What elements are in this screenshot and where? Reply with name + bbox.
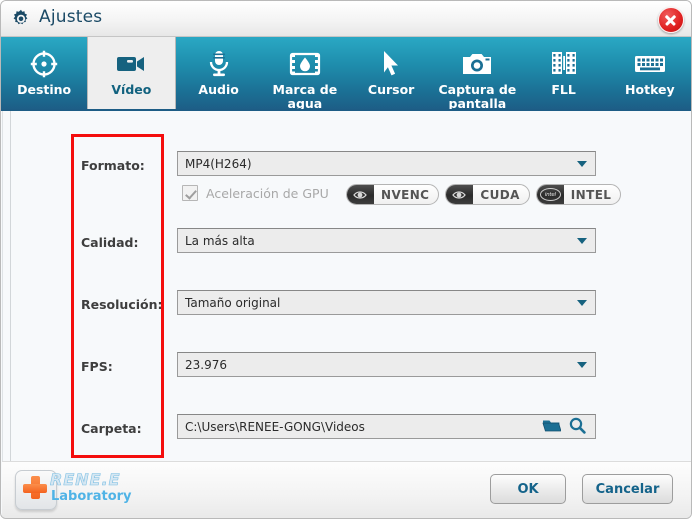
format-dropdown[interactable]: MP4(H264)	[177, 151, 596, 176]
logo-brand-sub: Laboratory	[51, 489, 132, 504]
folder-icon[interactable]	[542, 417, 562, 436]
tab-label: Marca de agua	[272, 82, 338, 111]
tab-label: Vídeo	[111, 82, 152, 97]
camera-icon	[461, 47, 493, 81]
quality-value: La más alta	[185, 233, 255, 248]
resolution-dropdown[interactable]: Tamaño original	[177, 290, 596, 315]
gpu-badge-label: CUDA	[480, 187, 520, 202]
fps-value: 23.976	[185, 357, 227, 372]
nvidia-eye-icon	[347, 185, 374, 204]
gpu-acceleration-checkbox[interactable]: Aceleración de GPU	[182, 185, 329, 201]
tab-marca-de-agua[interactable]: Marca de agua	[262, 37, 348, 111]
label-formato: Formato:	[81, 158, 145, 173]
gpu-badge-nvenc[interactable]: NVENC	[346, 184, 440, 205]
video-camera-icon	[115, 47, 147, 81]
gpu-badge-group: NVENC CUDA intel INTEL	[346, 184, 622, 205]
tab-bar: Destino Vídeo Audio Marca de agua Cursor…	[1, 37, 691, 111]
tab-label: Destino	[17, 82, 72, 97]
label-resolucion: Resolución:	[81, 297, 163, 312]
close-icon[interactable]	[658, 7, 684, 33]
cursor-arrow-icon	[378, 47, 404, 81]
gpu-badge-cuda[interactable]: CUDA	[445, 184, 530, 205]
folder-path-value: C:\Users\RENEE-GONG\Videos	[185, 419, 365, 434]
gear-icon	[11, 9, 31, 29]
keyboard-icon	[633, 47, 667, 81]
microphone-icon	[204, 47, 234, 81]
logo-cross-icon-h	[23, 483, 47, 493]
page-title: Ajustes	[39, 7, 103, 27]
folder-action-group	[542, 417, 595, 437]
logo-brand-name: RENE.E	[50, 470, 121, 490]
intel-oval-icon: intel	[536, 185, 564, 204]
chevron-down-icon	[569, 353, 595, 376]
tab-video[interactable]: Vídeo	[87, 37, 176, 111]
label-fps: FPS:	[81, 359, 113, 374]
tab-label: Cursor	[367, 82, 415, 97]
chevron-down-icon	[569, 152, 595, 175]
gpu-badge-intel[interactable]: intel INTEL	[535, 184, 622, 205]
fps-dropdown[interactable]: 23.976	[177, 352, 596, 377]
magnifier-icon[interactable]	[569, 417, 586, 437]
label-calidad: Calidad:	[81, 235, 139, 250]
tab-captura-de-pantalla[interactable]: Captura de pantalla	[434, 37, 520, 111]
tab-hotkey[interactable]: Hotkey	[607, 37, 691, 111]
chevron-down-icon	[569, 291, 595, 314]
panel-divider	[10, 111, 11, 461]
format-value: MP4(H264)	[185, 156, 252, 171]
film-strip-icon	[549, 47, 579, 81]
settings-window: Ajustes Destino Vídeo Audio Marca de agu…	[0, 0, 692, 519]
nvidia-eye-icon	[446, 185, 474, 204]
tab-audio[interactable]: Audio	[176, 37, 262, 111]
cancel-button[interactable]: Cancelar	[582, 474, 673, 504]
folder-path-field[interactable]: C:\Users\RENEE-GONG\Videos	[177, 414, 596, 439]
tab-label: Captura de pantalla	[438, 82, 517, 111]
tab-label: Audio	[198, 82, 239, 97]
gpu-acceleration-label: Aceleración de GPU	[206, 185, 329, 201]
label-carpeta: Carpeta:	[81, 421, 142, 436]
quality-dropdown[interactable]: La más alta	[177, 228, 596, 253]
tab-destino[interactable]: Destino	[1, 37, 87, 111]
resolution-value: Tamaño original	[185, 295, 281, 310]
tab-label: FLL	[551, 82, 576, 97]
gpu-badge-label: NVENC	[381, 187, 430, 202]
tab-label: Hotkey	[625, 82, 675, 97]
tab-cursor[interactable]: Cursor	[348, 37, 434, 111]
watermark-icon	[289, 47, 321, 81]
target-icon	[29, 47, 59, 81]
ok-button[interactable]: OK	[490, 474, 566, 504]
gpu-badge-label: INTEL	[570, 187, 612, 202]
chevron-down-icon	[569, 229, 595, 252]
title-bar: Ajustes	[1, 1, 691, 37]
checkbox-icon	[182, 185, 198, 201]
tab-fll[interactable]: FLL	[521, 37, 607, 111]
